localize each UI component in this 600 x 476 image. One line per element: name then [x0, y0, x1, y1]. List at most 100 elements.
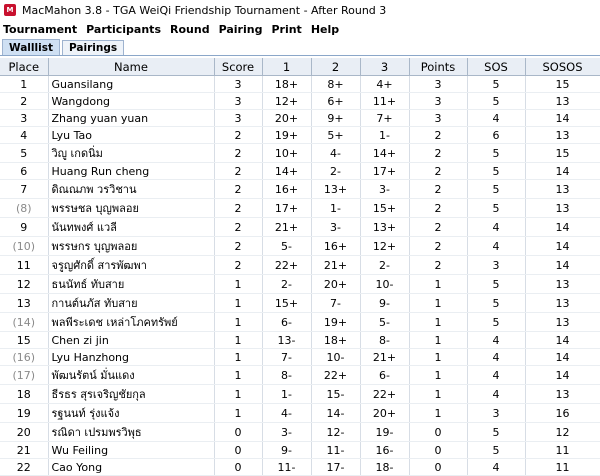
table-row[interactable]: 21 Wu Feiling 0 9- 11- 16- 0 5 11 [0, 441, 600, 459]
col-header-points[interactable]: Points [409, 58, 468, 76]
cell-place: 21 [0, 441, 49, 459]
table-row[interactable]: 2 Wangdong 3 12+ 6+ 11+ 3 5 13 [0, 92, 600, 110]
tab-bar: Walllist Pairings [0, 38, 600, 56]
table-row[interactable]: 18 ธีรธร สุรเจริญชัยกุล 1 1- 15- 22+ 1 4 13 [0, 384, 600, 404]
table-row[interactable]: 4 Lyu Tao 2 19+ 5+ 1- 2 6 13 [0, 126, 600, 144]
cell-place: 6 [0, 162, 49, 180]
cell-score: 3 [214, 92, 263, 110]
cell-sos: 5 [467, 162, 526, 180]
cell-place: 4 [0, 126, 49, 144]
cell-name: พรรษชล บุญพลอย [48, 198, 215, 218]
table-row[interactable]: 12 ธนนัทธ์ ทับสาย 1 2- 20+ 10- 1 5 13 [0, 274, 600, 294]
table-row[interactable]: 9 นันทพงศ์ แวลี 2 21+ 3- 13+ 2 4 14 [0, 217, 600, 237]
col-header-score[interactable]: Score [214, 58, 263, 76]
menu-print[interactable]: Print [271, 23, 301, 36]
cell-score: 1 [214, 312, 263, 332]
cell-sosos: 13 [525, 312, 600, 332]
table-row[interactable]: 11 จรูญศักดิ์ สารพัฒพา 2 22+ 21+ 2- 2 3 14 [0, 255, 600, 275]
table-row[interactable]: 19 รฐนนท์ รุ่งแจ้ง 1 4- 14- 20+ 1 3 16 [0, 403, 600, 423]
tab-pairings[interactable]: Pairings [61, 40, 125, 55]
cell-points: 1 [409, 293, 468, 313]
cell-place: (14) [0, 312, 49, 332]
menu-participants[interactable]: Participants [86, 23, 161, 36]
cell-score: 2 [214, 217, 263, 237]
cell-sosos: 13 [525, 179, 600, 199]
cell-r1: 7- [262, 348, 312, 366]
cell-r2: 6+ [311, 92, 361, 110]
cell-place: 12 [0, 274, 49, 294]
cell-sos: 4 [467, 348, 526, 366]
cell-place: (16) [0, 348, 49, 366]
cell-r2: 14- [311, 403, 361, 423]
cell-name: วิญู เกดนิ่ม [48, 143, 215, 163]
cell-points: 2 [409, 255, 468, 275]
cell-name: Cao Yong [48, 458, 215, 476]
col-header-sos[interactable]: SOS [467, 58, 526, 76]
cell-name: ธนนัทธ์ ทับสาย [48, 274, 215, 294]
cell-sosos: 13 [525, 293, 600, 313]
cell-name: Guansilang [48, 75, 215, 93]
table-row[interactable]: 7 ดิณณภพ วรวิชาน 2 16+ 13+ 3- 2 5 13 [0, 179, 600, 199]
cell-r3: 9- [360, 293, 410, 313]
cell-sosos: 14 [525, 236, 600, 256]
cell-r2: 19+ [311, 312, 361, 332]
col-header-round-3[interactable]: 3 [360, 58, 410, 76]
cell-score: 2 [214, 162, 263, 180]
menu-tournament[interactable]: Tournament [3, 23, 77, 36]
cell-points: 2 [409, 126, 468, 144]
menu-pairing[interactable]: Pairing [219, 23, 263, 36]
cell-place: 19 [0, 403, 49, 423]
table-row[interactable]: 1 Guansilang 3 18+ 8+ 4+ 3 5 15 [0, 75, 600, 93]
col-header-sosos[interactable]: SOSOS [525, 58, 600, 76]
cell-r2: 16+ [311, 236, 361, 256]
cell-sosos: 13 [525, 274, 600, 294]
col-header-name[interactable]: Name [48, 58, 215, 76]
table-row[interactable]: (10) พรรษกร บุญพลอย 2 5- 16+ 12+ 2 4 14 [0, 236, 600, 256]
menu-round[interactable]: Round [170, 23, 210, 36]
menu-help[interactable]: Help [311, 23, 339, 36]
cell-r3: 4+ [360, 75, 410, 93]
col-header-round-2[interactable]: 2 [311, 58, 361, 76]
cell-place: (17) [0, 365, 49, 385]
table-row[interactable]: 5 วิญู เกดนิ่ม 2 10+ 4- 14+ 2 5 15 [0, 143, 600, 163]
cell-name: Wu Feiling [48, 441, 215, 459]
cell-r2: 3- [311, 217, 361, 237]
table-header-row: Place Name Score 1 2 3 Points SOS SOSOS [0, 58, 600, 76]
cell-r1: 18+ [262, 75, 312, 93]
cell-points: 1 [409, 384, 468, 404]
table-row[interactable]: 3 Zhang yuan yuan 3 20+ 9+ 7+ 3 4 14 [0, 109, 600, 127]
cell-r3: 15+ [360, 198, 410, 218]
col-header-place[interactable]: Place [0, 58, 49, 76]
cell-r1: 6- [262, 312, 312, 332]
cell-sos: 3 [467, 255, 526, 275]
cell-sosos: 13 [525, 126, 600, 144]
table-row[interactable]: 20 รณิดา เปรมพรวิพุธ 0 3- 12- 19- 0 5 12 [0, 422, 600, 442]
cell-sos: 5 [467, 92, 526, 110]
cell-sos: 5 [467, 198, 526, 218]
table-row[interactable]: 15 Chen zi jin 1 13- 18+ 8- 1 4 14 [0, 331, 600, 349]
table-row[interactable]: (14) พลพีระเดช เหล่าโภคทรัพย์ 1 6- 19+ 5- 1 5 13 [0, 312, 600, 332]
cell-points: 1 [409, 365, 468, 385]
cell-sosos: 13 [525, 92, 600, 110]
table-row[interactable]: (8) พรรษชล บุญพลอย 2 17+ 1- 15+ 2 5 13 [0, 198, 600, 218]
cell-score: 2 [214, 198, 263, 218]
tab-walllist[interactable]: Walllist [2, 39, 60, 55]
col-header-round-1[interactable]: 1 [262, 58, 312, 76]
table-row[interactable]: 6 Huang Run cheng 2 14+ 2- 17+ 2 5 14 [0, 162, 600, 180]
table-row[interactable]: (17) พัฒนรัตน์ มั่นแดง 1 8- 22+ 6- 1 4 14 [0, 365, 600, 385]
table-row[interactable]: 13 กานต์นภัส ทับสาย 1 15+ 7- 9- 1 5 13 [0, 293, 600, 313]
cell-sos: 4 [467, 236, 526, 256]
table-row[interactable]: 22 Cao Yong 0 11- 17- 18- 0 4 11 [0, 458, 600, 476]
cell-r3: 18- [360, 458, 410, 476]
cell-r1: 2- [262, 274, 312, 294]
table-row[interactable]: (16) Lyu Hanzhong 1 7- 10- 21+ 1 4 14 [0, 348, 600, 366]
cell-points: 0 [409, 422, 468, 442]
cell-r3: 22+ [360, 384, 410, 404]
cell-points: 3 [409, 92, 468, 110]
cell-place: 13 [0, 293, 49, 313]
cell-r2: 12- [311, 422, 361, 442]
cell-sos: 4 [467, 365, 526, 385]
cell-points: 2 [409, 179, 468, 199]
cell-score: 0 [214, 422, 263, 442]
cell-place: 11 [0, 255, 49, 275]
